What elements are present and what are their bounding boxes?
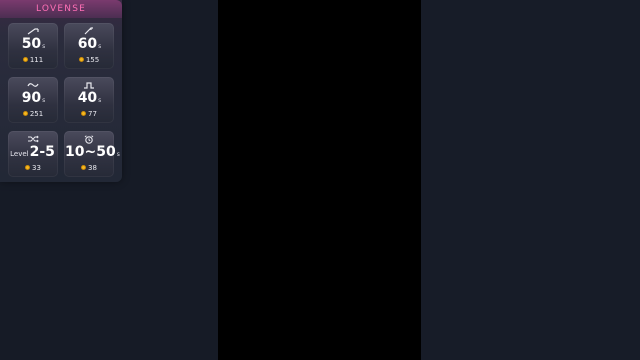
- video-area: [218, 0, 421, 360]
- wave-icon: [8, 81, 58, 89]
- brand-logo: LOVENSE: [36, 4, 86, 14]
- level-card-1[interactable]: 50s 111: [8, 23, 58, 69]
- level-duration: 50s: [21, 36, 46, 52]
- level-duration: 60s: [77, 36, 102, 52]
- step-up-icon: [64, 27, 114, 35]
- level-card-5[interactable]: Level2-5 33: [8, 131, 58, 177]
- panel-header: LOVENSE: [0, 0, 122, 18]
- coin-icon: [81, 110, 87, 116]
- level-card-3[interactable]: 90s 251: [8, 77, 58, 123]
- ramp-up-icon: [8, 27, 58, 35]
- coin-icon: [22, 110, 28, 116]
- level-card-2[interactable]: 60s 155: [64, 23, 114, 69]
- token-price: 155: [64, 56, 114, 65]
- coin-icon: [22, 56, 28, 62]
- coin-icon: [78, 56, 84, 62]
- token-price: 111: [8, 56, 58, 65]
- right-background: [421, 0, 640, 360]
- token-price: 77: [64, 110, 114, 119]
- screen: LOVENSE 50s 111 60s 155 90s 251 40s 77 L…: [0, 0, 640, 360]
- pulse-icon: [64, 81, 114, 89]
- coin-icon: [81, 164, 87, 170]
- level-card-6[interactable]: 10~50s 38: [64, 131, 120, 177]
- level-card-4[interactable]: 40s 77: [64, 77, 114, 123]
- level-duration: 10~50s: [65, 144, 120, 160]
- coin-icon: [25, 164, 31, 170]
- token-price: 251: [8, 110, 58, 119]
- shuffle-icon: [8, 135, 58, 143]
- token-price: 33: [8, 164, 58, 173]
- level-duration: 90s: [21, 90, 46, 106]
- alarm-clock-icon: [64, 135, 114, 144]
- level-duration: 40s: [77, 90, 102, 106]
- level-duration: Level2-5: [10, 144, 55, 160]
- tip-menu-panel: LOVENSE 50s 111 60s 155 90s 251 40s 77 L…: [0, 0, 122, 182]
- token-price: 38: [64, 164, 114, 173]
